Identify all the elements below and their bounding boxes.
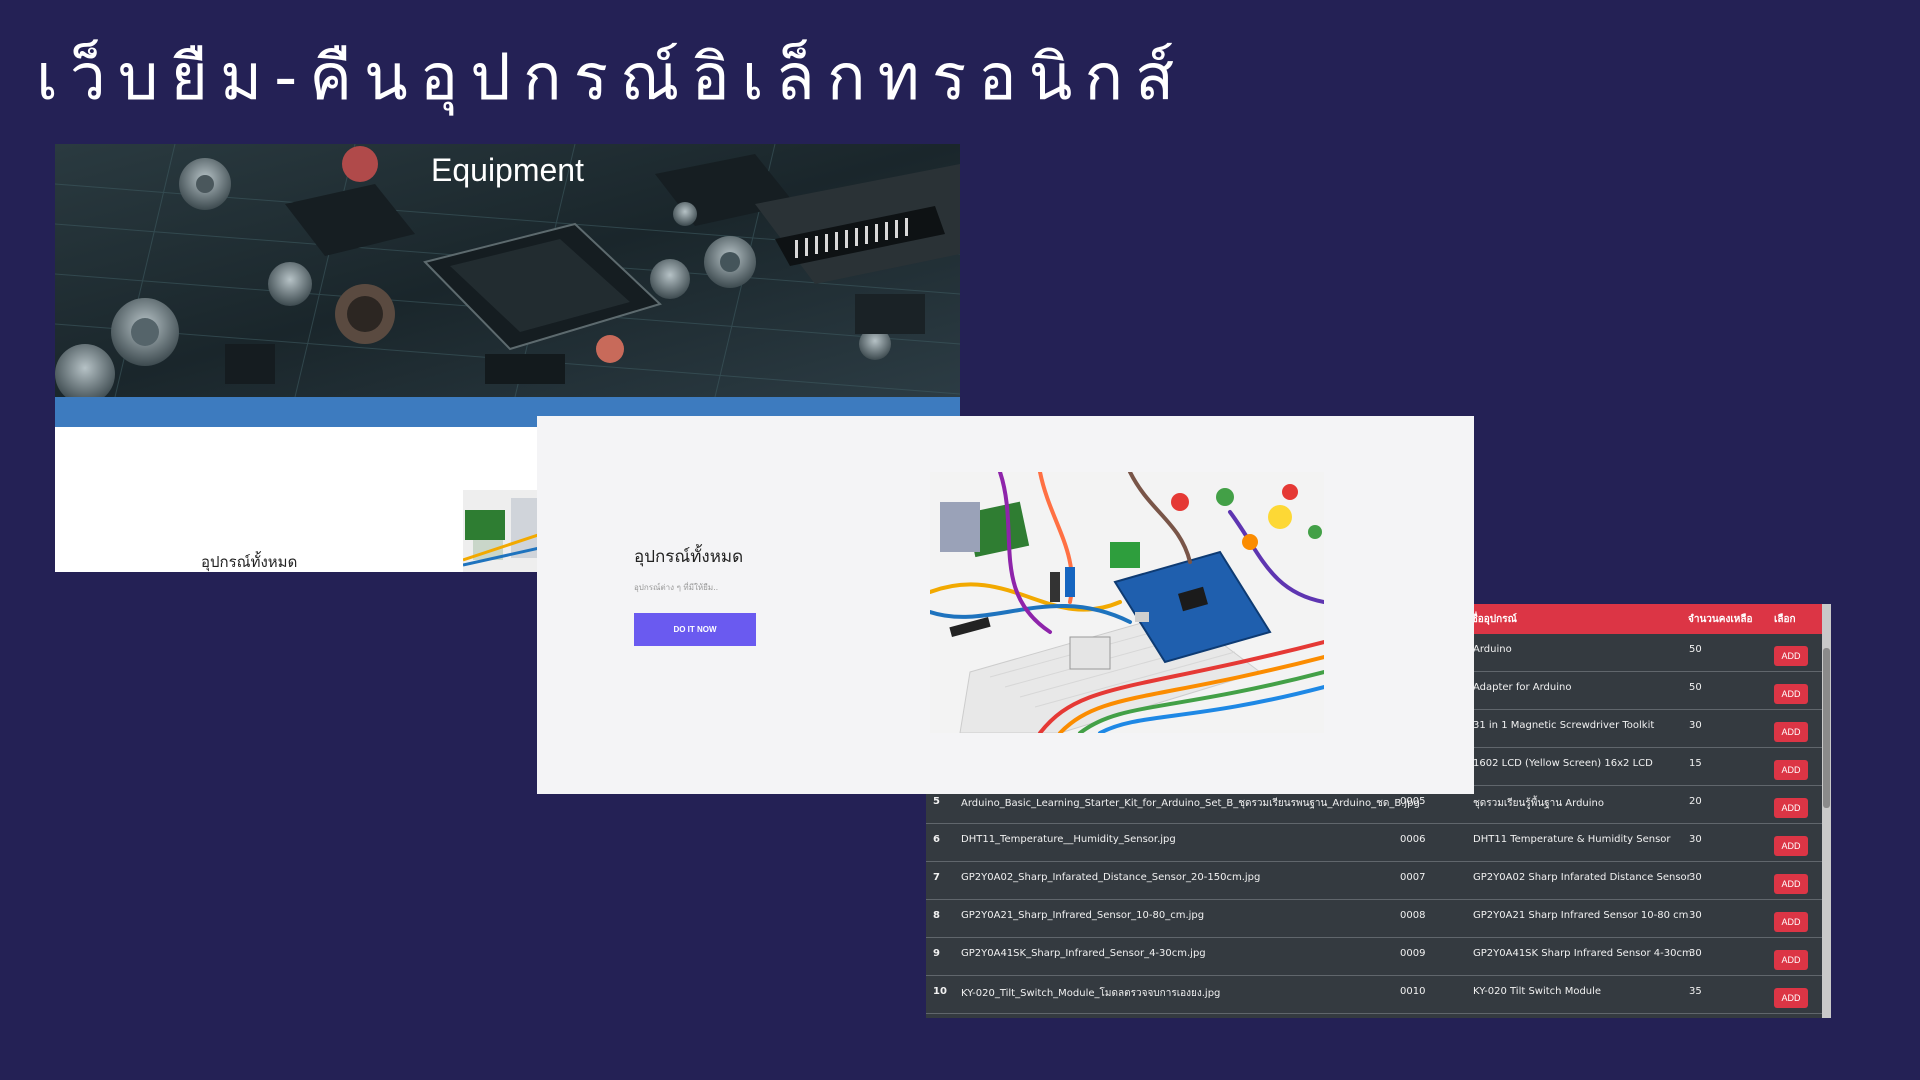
row-quantity: 30 [1689, 834, 1702, 845]
row-file-name: GP2Y0A41SK_Sharp_Infrared_Sensor_4-30cm.… [961, 948, 1206, 959]
row-quantity: 30 [1689, 872, 1702, 883]
hero-page-screenshot: อุปกรณ์ทั้งหมด อุปกรณ์ต่าง ๆ ที่มีให้ยืม… [537, 416, 1474, 794]
add-button[interactable]: ADD [1774, 836, 1808, 856]
do-it-now-button[interactable]: DO IT NOW [634, 613, 756, 646]
row-equipment-name: Arduino [1473, 644, 1512, 655]
row-quantity: 30 [1689, 948, 1702, 959]
add-button[interactable]: ADD [1774, 798, 1808, 818]
row-equipment-name: DHT11 Temperature & Humidity Sensor [1473, 834, 1671, 845]
row-code: 0005 [1400, 796, 1426, 807]
row-number: 8 [933, 910, 940, 921]
row-code: 0009 [1400, 948, 1426, 959]
arduino-kit-photo [930, 472, 1324, 733]
add-button[interactable]: ADD [1774, 722, 1808, 742]
add-button[interactable]: ADD [1774, 912, 1808, 932]
add-button[interactable]: ADD [1774, 950, 1808, 970]
hero-title: อุปกรณ์ทั้งหมด [634, 547, 744, 567]
row-file-name: DHT11_Temperature__Humidity_Sensor.jpg [961, 834, 1176, 845]
table-row: 9 GP2Y0A41SK_Sharp_Infrared_Sensor_4-30cm… [926, 938, 1822, 976]
row-code: 0007 [1400, 872, 1426, 883]
row-equipment-name: 1602 LCD (Yellow Screen) 16x2 LCD [1473, 758, 1653, 769]
row-number: 7 [933, 872, 940, 883]
table-row: 7 GP2Y0A02_Sharp_Infarated_Distance_Senso… [926, 862, 1822, 900]
row-code: 0010 [1400, 986, 1426, 997]
equipment-heading: อุปกรณ์ทั้งหมด [201, 553, 298, 571]
row-quantity: 20 [1689, 796, 1702, 807]
row-number: 9 [933, 948, 940, 959]
row-equipment-name: GP2Y0A21 Sharp Infrared Sensor 10-80 cm [1473, 910, 1689, 921]
row-quantity: 30 [1689, 910, 1702, 921]
table-row: 8 GP2Y0A21_Sharp_Infrared_Sensor_10-80_cm… [926, 900, 1822, 938]
column-header-name: ชื่ออุปกรณ์ [1471, 614, 1517, 625]
row-quantity: 50 [1689, 644, 1702, 655]
row-quantity: 15 [1689, 758, 1702, 769]
add-button[interactable]: ADD [1774, 646, 1808, 666]
add-button[interactable]: ADD [1774, 684, 1808, 704]
table-row: 10 KY-020_Tilt_Switch_Module_โมดลตรวจจบกา… [926, 976, 1822, 1014]
hero-subtitle: อุปกรณ์ต่าง ๆ ที่มีให้ยืม.. [634, 583, 719, 592]
row-quantity: 35 [1689, 986, 1702, 997]
row-number: 6 [933, 834, 940, 845]
add-button[interactable]: ADD [1774, 874, 1808, 894]
add-button[interactable]: ADD [1774, 988, 1808, 1008]
row-number: 10 [933, 986, 947, 997]
add-button[interactable]: ADD [1774, 760, 1808, 780]
row-equipment-name: GP2Y0A41SK Sharp Infrared Sensor 4-30cm [1473, 948, 1692, 959]
pcb-banner-image: Equipment [55, 144, 960, 397]
row-code: 0008 [1400, 910, 1426, 921]
row-code: 0006 [1400, 834, 1426, 845]
row-quantity: 30 [1689, 720, 1702, 731]
row-equipment-name: ชุดรวมเรียนรู้พื้นฐาน Arduino [1473, 798, 1604, 809]
column-header-select: เลือก [1774, 614, 1796, 625]
row-file-name: KY-020_Tilt_Switch_Module_โมดลตรวจจบการเ… [961, 988, 1221, 999]
row-file-name: GP2Y0A21_Sharp_Infrared_Sensor_10-80_cm.… [961, 910, 1205, 921]
row-quantity: 50 [1689, 682, 1702, 693]
table-scroll-thumb[interactable] [1823, 648, 1830, 808]
row-equipment-name: KY-020 Tilt Switch Module [1473, 986, 1602, 997]
slide-title: เว็บยืม-คืนอุปกรณ์อิเล็กทรอนิกส์ [36, 41, 1187, 115]
row-equipment-name: 31 in 1 Magnetic Screwdriver Toolkit [1473, 720, 1655, 731]
equipment-banner-title: Equipment [431, 152, 584, 188]
row-equipment-name: GP2Y0A02 Sharp Infarated Distance Sensor [1473, 872, 1691, 883]
table-row: 6 DHT11_Temperature__Humidity_Sensor.jpg 0… [926, 824, 1822, 862]
row-number: 5 [933, 796, 940, 807]
row-file-name: Arduino_Basic_Learning_Starter_Kit_for_A… [961, 798, 1420, 809]
row-equipment-name: Adapter for Arduino [1473, 682, 1572, 693]
column-header-quantity: จำนวนคงเหลือ [1688, 614, 1753, 625]
row-file-name: GP2Y0A02_Sharp_Infarated_Distance_Sensor… [961, 872, 1261, 883]
